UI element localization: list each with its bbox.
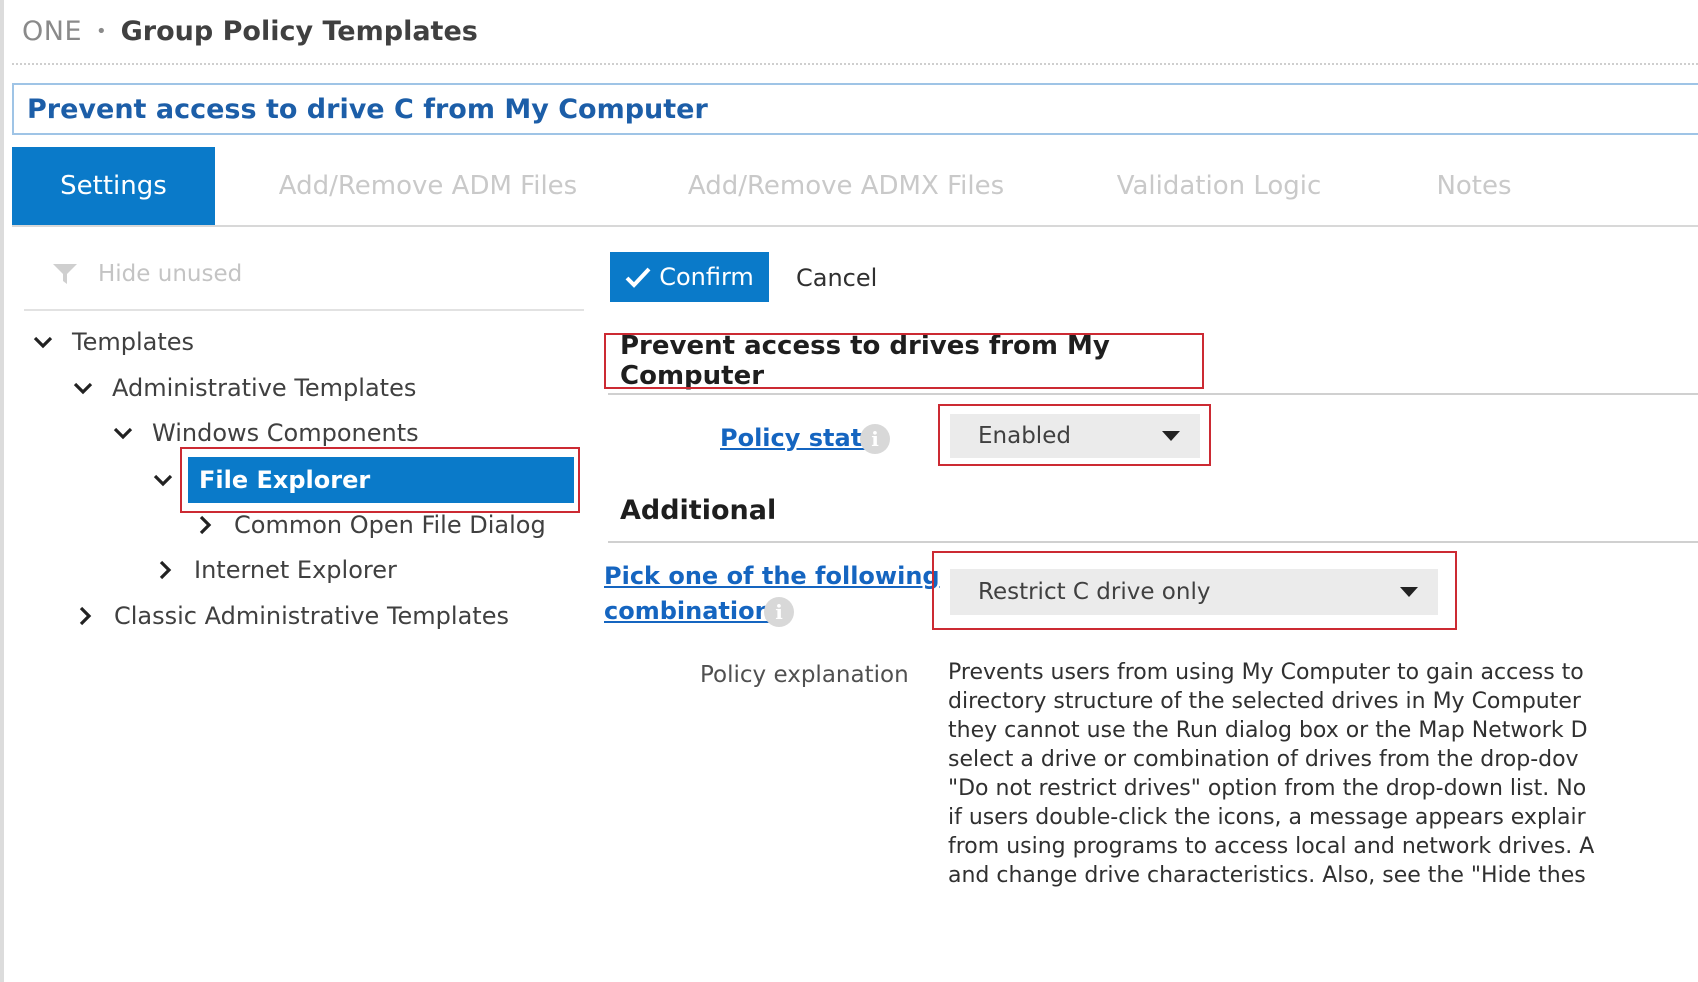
breadcrumb-divider (12, 63, 1698, 65)
explanation-line: if users double-click the icons, a messa… (948, 805, 1586, 830)
chevron-right-icon[interactable] (154, 559, 176, 581)
chevron-down-icon[interactable] (32, 331, 54, 353)
confirm-button[interactable]: Confirm (610, 252, 769, 302)
tree-node-internet-explorer[interactable]: Internet Explorer (154, 550, 397, 590)
policy-explanation-label: Policy explanation (700, 662, 909, 688)
tree-node-templates[interactable]: Templates (32, 322, 194, 362)
window-edge (0, 0, 4, 982)
additional-heading: Additional (620, 494, 777, 526)
checkmark-icon (625, 266, 651, 288)
tree-node-label: Administrative Templates (112, 374, 417, 402)
tree-node-label: Internet Explorer (194, 556, 397, 584)
chevron-down-icon[interactable] (152, 469, 174, 491)
tab-add-remove-adm-files[interactable]: Add/Remove ADM Files (258, 147, 598, 225)
tree-node-label: Classic Administrative Templates (114, 602, 509, 630)
highlight-box-policy-title (604, 333, 1204, 389)
policy-title-divider (608, 393, 1698, 395)
tab-settings[interactable]: Settings (12, 147, 215, 225)
highlight-box-combination (932, 551, 1457, 630)
info-icon[interactable]: i (764, 597, 794, 627)
chevron-right-icon[interactable] (74, 605, 96, 627)
policy-state-label[interactable]: Policy state (720, 424, 878, 452)
highlight-box-policy-state (938, 404, 1211, 466)
explanation-line: and change drive characteristics. Also, … (948, 863, 1586, 888)
filter-divider (24, 309, 584, 311)
combination-label-continued[interactable]: combinations (604, 597, 786, 625)
page-title: Prevent access to drive C from My Comput… (12, 83, 1698, 135)
explanation-line: directory structure of the selected driv… (948, 689, 1581, 714)
info-icon[interactable]: i (860, 424, 890, 454)
breadcrumb: ONE • Group Policy Templates (22, 14, 478, 48)
tab-add-remove-admx-files[interactable]: Add/Remove ADMX Files (674, 147, 1018, 225)
filter-icon (52, 262, 78, 286)
tab-bar: Settings Add/Remove ADM Files Add/Remove… (12, 147, 1698, 227)
hide-unused-filter[interactable]: Hide unused (52, 255, 242, 293)
breadcrumb-current: Group Policy Templates (120, 15, 478, 47)
tree-node-label: Common Open File Dialog (234, 511, 546, 539)
tree-node-administrative-templates[interactable]: Administrative Templates (72, 368, 416, 408)
chevron-right-icon[interactable] (194, 514, 216, 536)
cancel-button[interactable]: Cancel (796, 258, 877, 298)
chevron-down-icon[interactable] (112, 422, 134, 444)
additional-divider (608, 541, 1698, 543)
policy-explanation-text: Prevents users from using My Computer to… (948, 658, 1698, 890)
highlight-box-file-explorer (180, 447, 580, 513)
hide-unused-label: Hide unused (98, 261, 243, 287)
explanation-line: they cannot use the Run dialog box or th… (948, 718, 1588, 743)
chevron-down-icon[interactable] (72, 377, 94, 399)
combination-label[interactable]: Pick one of the following (604, 562, 940, 590)
explanation-line: Prevents users from using My Computer to… (948, 660, 1584, 685)
confirm-label: Confirm (659, 263, 754, 291)
explanation-line: "Do not restrict drives" option from the… (948, 776, 1587, 801)
breadcrumb-root[interactable]: ONE (22, 16, 82, 47)
explanation-line: from using programs to access local and … (948, 834, 1595, 859)
tab-notes[interactable]: Notes (1422, 147, 1526, 225)
tree-node-label: Windows Components (152, 419, 419, 447)
tab-validation-logic[interactable]: Validation Logic (1102, 147, 1336, 225)
breadcrumb-separator: • (96, 20, 107, 42)
explanation-line: select a drive or combination of drives … (948, 747, 1579, 772)
tree-node-common-open-file-dialog[interactable]: Common Open File Dialog (194, 505, 546, 545)
tree-node-label: Templates (72, 328, 195, 356)
tree-node-classic-administrative-templates[interactable]: Classic Administrative Templates (74, 596, 509, 636)
